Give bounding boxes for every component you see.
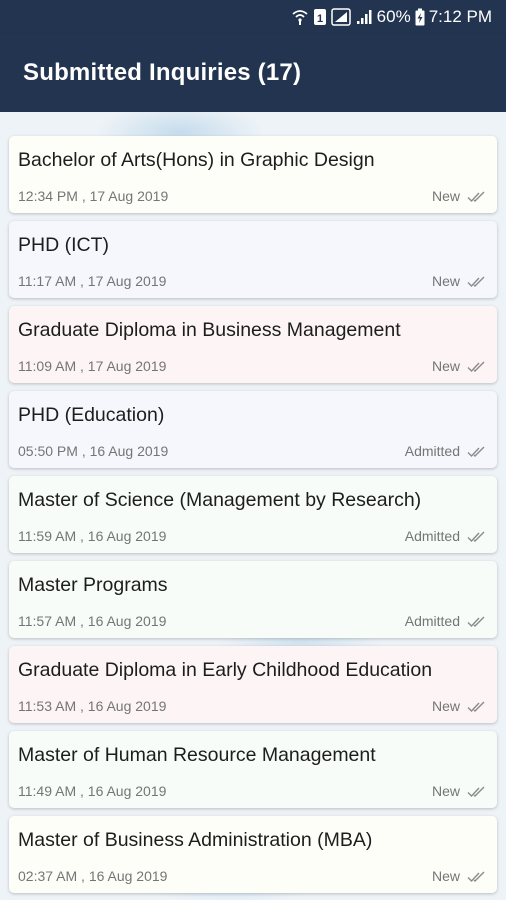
signal-icon bbox=[355, 8, 373, 26]
inquiry-datetime: 11:57 AM , 16 Aug 2019 bbox=[18, 613, 167, 629]
sim-label: 1 bbox=[317, 13, 323, 25]
inquiry-status: Admitted bbox=[404, 528, 460, 544]
battery-percent: 60% bbox=[376, 7, 411, 26]
signal-framed-icon bbox=[330, 8, 351, 26]
inquiry-status: New bbox=[431, 358, 460, 374]
double-check-icon bbox=[467, 445, 487, 458]
clock: 7:12 PM bbox=[428, 7, 492, 26]
inquiry-status: New bbox=[431, 783, 460, 799]
inquiry-status-group: New bbox=[432, 698, 487, 714]
inquiry-status: New bbox=[431, 868, 460, 884]
double-check-icon bbox=[467, 870, 487, 883]
inquiry-datetime: 11:09 AM , 17 Aug 2019 bbox=[18, 358, 167, 374]
inquiry-datetime: 11:49 AM , 16 Aug 2019 bbox=[18, 783, 167, 799]
inquiry-status-group: Admitted bbox=[405, 443, 487, 459]
double-check-icon bbox=[467, 785, 487, 798]
inquiry-datetime: 05:50 PM , 16 Aug 2019 bbox=[18, 443, 169, 459]
inquiry-title: PHD (ICT) bbox=[18, 234, 109, 256]
inquiry-status: New bbox=[431, 188, 460, 204]
inquiry-status-group: New bbox=[432, 358, 487, 374]
inquiry-meta: 12:34 PM , 17 Aug 2019 New bbox=[18, 188, 487, 204]
inquiry-list[interactable]: Bachelor of Arts(Hons) in Graphic Design… bbox=[0, 112, 506, 900]
inquiry-status-group: Admitted bbox=[405, 528, 487, 544]
battery-charging-icon bbox=[415, 8, 425, 26]
inquiry-status-group: New bbox=[432, 188, 487, 204]
inquiry-card[interactable]: Master Programs 11:57 AM , 16 Aug 2019 Adm… bbox=[9, 561, 497, 638]
inquiry-card[interactable]: Graduate Diploma in Early Childhood Educ… bbox=[9, 646, 497, 723]
double-check-icon bbox=[467, 615, 487, 628]
app-bar: Submitted Inquiries (17) bbox=[0, 34, 506, 112]
inquiry-status: New bbox=[431, 273, 460, 289]
inquiry-datetime: 02:37 AM , 16 Aug 2019 bbox=[18, 868, 168, 884]
sim-card-icon: 1 bbox=[313, 8, 327, 26]
inquiry-title: Bachelor of Arts(Hons) in Graphic Design bbox=[18, 149, 375, 171]
inquiry-status: Admitted bbox=[404, 613, 460, 629]
status-bar: 1 60% 7:12 PM bbox=[0, 0, 506, 34]
page-title: Submitted Inquiries (17) bbox=[23, 59, 302, 86]
inquiry-meta: 11:09 AM , 17 Aug 2019 New bbox=[18, 358, 487, 374]
inquiry-title: PHD (Education) bbox=[18, 404, 165, 426]
inquiry-title: Master of Science (Management by Researc… bbox=[18, 489, 422, 511]
inquiry-card[interactable]: Master of Science (Management by Researc… bbox=[9, 476, 497, 553]
inquiry-status: New bbox=[431, 698, 460, 714]
inquiry-status-group: Admitted bbox=[405, 613, 487, 629]
inquiry-status-group: New bbox=[432, 273, 487, 289]
double-check-icon bbox=[467, 700, 487, 713]
inquiry-meta: 11:57 AM , 16 Aug 2019 Admitted bbox=[18, 613, 487, 629]
inquiry-meta: 05:50 PM , 16 Aug 2019 Admitted bbox=[18, 443, 487, 459]
inquiry-card[interactable]: Master of Human Resource Management 11:49… bbox=[9, 731, 497, 808]
inquiry-title: Master of Human Resource Management bbox=[18, 744, 376, 766]
inquiry-status-group: New bbox=[432, 868, 487, 884]
inquiry-datetime: 11:59 AM , 16 Aug 2019 bbox=[18, 528, 167, 544]
inquiry-title: Master Programs bbox=[18, 574, 168, 596]
inquiry-meta: 11:59 AM , 16 Aug 2019 Admitted bbox=[18, 528, 487, 544]
inquiry-meta: 02:37 AM , 16 Aug 2019 New bbox=[18, 868, 487, 884]
inquiry-datetime: 11:53 AM , 16 Aug 2019 bbox=[18, 698, 167, 714]
inquiry-card[interactable]: Master of Business Administration (MBA) 0… bbox=[9, 816, 497, 893]
double-check-icon bbox=[467, 360, 487, 373]
inquiry-meta: 11:17 AM , 17 Aug 2019 New bbox=[18, 273, 487, 289]
double-check-icon bbox=[467, 530, 487, 543]
inquiry-card[interactable]: Bachelor of Arts(Hons) in Graphic Design… bbox=[9, 136, 497, 213]
inquiry-status: Admitted bbox=[404, 443, 460, 459]
double-check-icon bbox=[467, 190, 487, 203]
inquiry-status-group: New bbox=[432, 783, 487, 799]
inquiry-meta: 11:53 AM , 16 Aug 2019 New bbox=[18, 698, 487, 714]
wifi-calling-icon bbox=[291, 8, 309, 26]
inquiry-meta: 11:49 AM , 16 Aug 2019 New bbox=[18, 783, 487, 799]
inquiry-title: Graduate Diploma in Early Childhood Educ… bbox=[18, 659, 433, 681]
inquiry-title: Master of Business Administration (MBA) bbox=[18, 829, 373, 851]
inquiry-title: Graduate Diploma in Business Management bbox=[18, 319, 401, 341]
inquiry-card[interactable]: Graduate Diploma in Business Management 1… bbox=[9, 306, 497, 383]
inquiry-card[interactable]: PHD (Education) 05:50 PM , 16 Aug 2019 Adm… bbox=[9, 391, 497, 468]
double-check-icon bbox=[467, 275, 487, 288]
inquiry-card[interactable]: PHD (ICT) 11:17 AM , 17 Aug 2019 New bbox=[9, 221, 497, 298]
inquiry-datetime: 11:17 AM , 17 Aug 2019 bbox=[18, 273, 167, 289]
inquiry-datetime: 12:34 PM , 17 Aug 2019 bbox=[18, 188, 169, 204]
